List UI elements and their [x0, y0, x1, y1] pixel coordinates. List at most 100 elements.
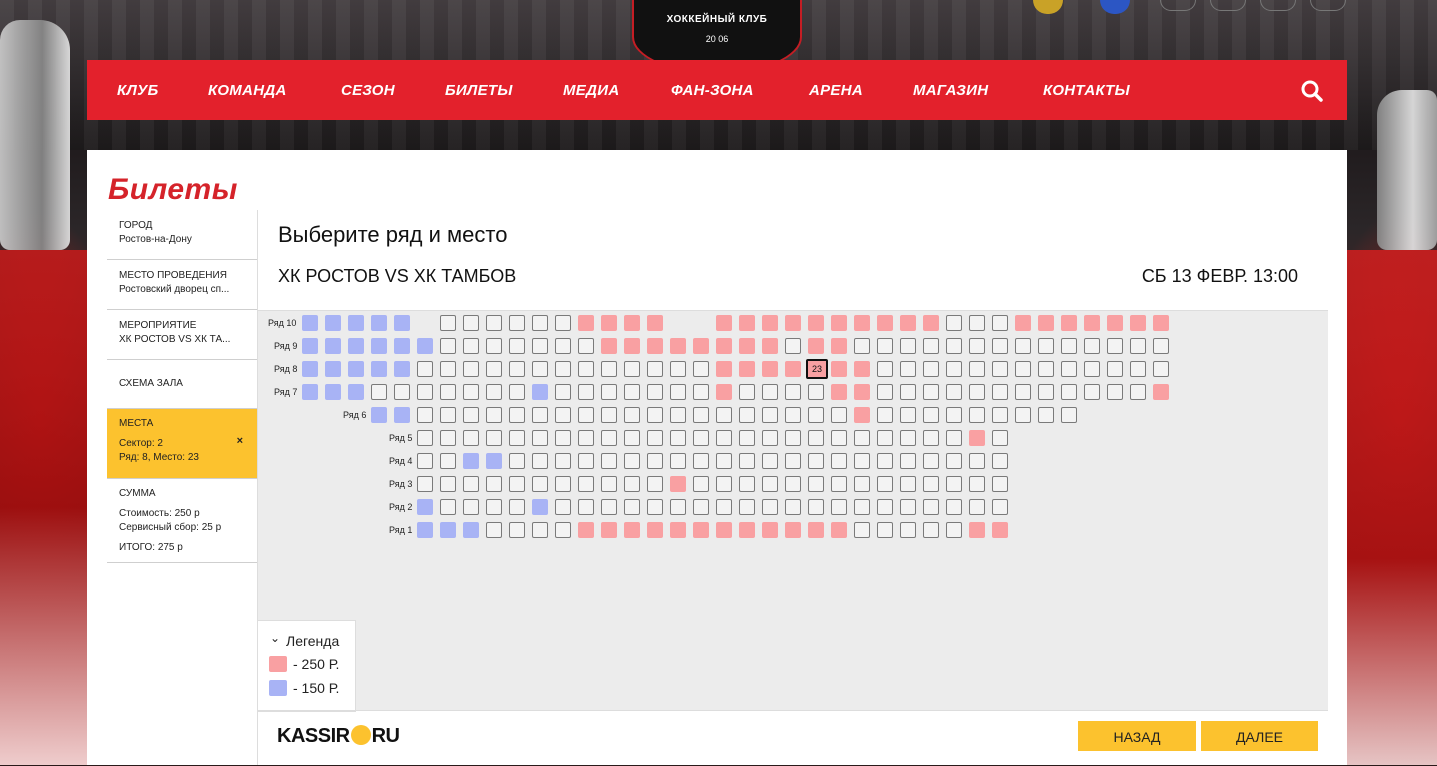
- seat-available[interactable]: [1130, 315, 1146, 331]
- seat-available[interactable]: [394, 315, 410, 331]
- seat-available[interactable]: [693, 522, 709, 538]
- seat-available[interactable]: [716, 384, 732, 400]
- seat-available[interactable]: [716, 522, 732, 538]
- seat-available[interactable]: [1084, 315, 1100, 331]
- step-seats[interactable]: МЕСТА Сектор: 2 Ряд: 8, Место: 23 ×: [107, 409, 257, 479]
- seat-available[interactable]: [624, 338, 640, 354]
- nav-item-shop[interactable]: МАГАЗИН: [913, 60, 988, 120]
- seat-available[interactable]: [325, 338, 341, 354]
- seat-available[interactable]: [325, 361, 341, 377]
- remove-seat-close-icon[interactable]: ×: [237, 435, 243, 447]
- seat-available[interactable]: [532, 499, 548, 515]
- seat-available[interactable]: [992, 522, 1008, 538]
- seat-available[interactable]: [578, 315, 594, 331]
- step-hall[interactable]: СХЕМА ЗАЛА: [107, 360, 257, 409]
- seat-available[interactable]: [808, 338, 824, 354]
- chevron-down-icon[interactable]: ⌄: [270, 631, 280, 645]
- seat-available[interactable]: [601, 315, 617, 331]
- seat-available[interactable]: [601, 522, 617, 538]
- seat-available[interactable]: [762, 315, 778, 331]
- seat-available[interactable]: [831, 338, 847, 354]
- seat-available[interactable]: [693, 338, 709, 354]
- seat-available[interactable]: [348, 361, 364, 377]
- seat-available[interactable]: [1153, 384, 1169, 400]
- seat-available[interactable]: [647, 338, 663, 354]
- seat-available[interactable]: [371, 407, 387, 423]
- seat-available[interactable]: [670, 338, 686, 354]
- seat-available[interactable]: [348, 315, 364, 331]
- seat-available[interactable]: [831, 384, 847, 400]
- seat-available[interactable]: [325, 384, 341, 400]
- seat-available[interactable]: [1015, 315, 1031, 331]
- nav-item-club[interactable]: КЛУБ: [117, 60, 159, 120]
- seat-available[interactable]: [417, 522, 433, 538]
- seat-available[interactable]: [394, 338, 410, 354]
- seat-available[interactable]: [670, 476, 686, 492]
- nav-item-tickets[interactable]: БИЛЕТЫ: [445, 60, 513, 120]
- seat-available[interactable]: [785, 361, 801, 377]
- seat-available[interactable]: [716, 361, 732, 377]
- seat-available[interactable]: [348, 384, 364, 400]
- step-city[interactable]: ГОРОД Ростов-на-Дону: [107, 210, 257, 260]
- seat-available[interactable]: [716, 315, 732, 331]
- seat-available[interactable]: [877, 315, 893, 331]
- seat-available[interactable]: [1153, 315, 1169, 331]
- seat-available[interactable]: [969, 430, 985, 446]
- seat-available[interactable]: [647, 315, 663, 331]
- search-icon[interactable]: [1301, 80, 1323, 102]
- seat-available[interactable]: [348, 338, 364, 354]
- seat-available[interactable]: [601, 338, 617, 354]
- seat-available[interactable]: [417, 499, 433, 515]
- seat-available[interactable]: [578, 522, 594, 538]
- selected-seat[interactable]: 23: [806, 359, 828, 379]
- seat-available[interactable]: [302, 338, 318, 354]
- seat-available[interactable]: [394, 407, 410, 423]
- seat-available[interactable]: [854, 384, 870, 400]
- seat-available[interactable]: [831, 361, 847, 377]
- social-instagram-icon[interactable]: [1260, 0, 1296, 11]
- legend-title[interactable]: Легенда: [286, 633, 339, 649]
- seat-available[interactable]: [785, 522, 801, 538]
- nav-item-contacts[interactable]: КОНТАКТЫ: [1043, 60, 1130, 120]
- seat-available[interactable]: [1061, 315, 1077, 331]
- seat-available[interactable]: [302, 361, 318, 377]
- seat-available[interactable]: [371, 315, 387, 331]
- seat-available[interactable]: [670, 522, 686, 538]
- seat-available[interactable]: [762, 338, 778, 354]
- seat-available[interactable]: [716, 338, 732, 354]
- seat-available[interactable]: [969, 522, 985, 538]
- seat-available[interactable]: [854, 407, 870, 423]
- seat-available[interactable]: [371, 361, 387, 377]
- seat-available[interactable]: [900, 315, 916, 331]
- seat-available[interactable]: [831, 315, 847, 331]
- seat-available[interactable]: [302, 315, 318, 331]
- seat-available[interactable]: [762, 361, 778, 377]
- seat-available[interactable]: [739, 315, 755, 331]
- seat-available[interactable]: [463, 453, 479, 469]
- nav-item-media[interactable]: МЕДИА: [563, 60, 619, 120]
- nav-item-fanzone[interactable]: ФАН-ЗОНА: [671, 60, 754, 120]
- seat-available[interactable]: [394, 361, 410, 377]
- step-venue[interactable]: МЕСТО ПРОВЕДЕНИЯ Ростовский дворец сп...: [107, 260, 257, 310]
- seat-available[interactable]: [808, 315, 824, 331]
- seat-available[interactable]: [417, 338, 433, 354]
- back-button[interactable]: НАЗАД: [1078, 721, 1196, 751]
- seat-available[interactable]: [532, 384, 548, 400]
- seat-available[interactable]: [739, 338, 755, 354]
- seat-available[interactable]: [831, 522, 847, 538]
- seat-available[interactable]: [1038, 315, 1054, 331]
- kassir-logo[interactable]: KASSIR RU: [277, 724, 400, 748]
- seat-available[interactable]: [624, 315, 640, 331]
- seat-available[interactable]: [923, 315, 939, 331]
- seat-available[interactable]: [762, 522, 778, 538]
- seat-available[interactable]: [463, 522, 479, 538]
- seat-available[interactable]: [302, 384, 318, 400]
- social-youtube-icon[interactable]: [1310, 0, 1346, 11]
- nav-item-season[interactable]: СЕЗОН: [341, 60, 395, 120]
- seat-available[interactable]: [647, 522, 663, 538]
- seat-available[interactable]: [1107, 315, 1123, 331]
- seat-available[interactable]: [624, 522, 640, 538]
- seat-available[interactable]: [325, 315, 341, 331]
- step-event[interactable]: МЕРОПРИЯТИЕ ХК РОСТОВ VS ХК ТА...: [107, 310, 257, 360]
- seat-available[interactable]: [486, 453, 502, 469]
